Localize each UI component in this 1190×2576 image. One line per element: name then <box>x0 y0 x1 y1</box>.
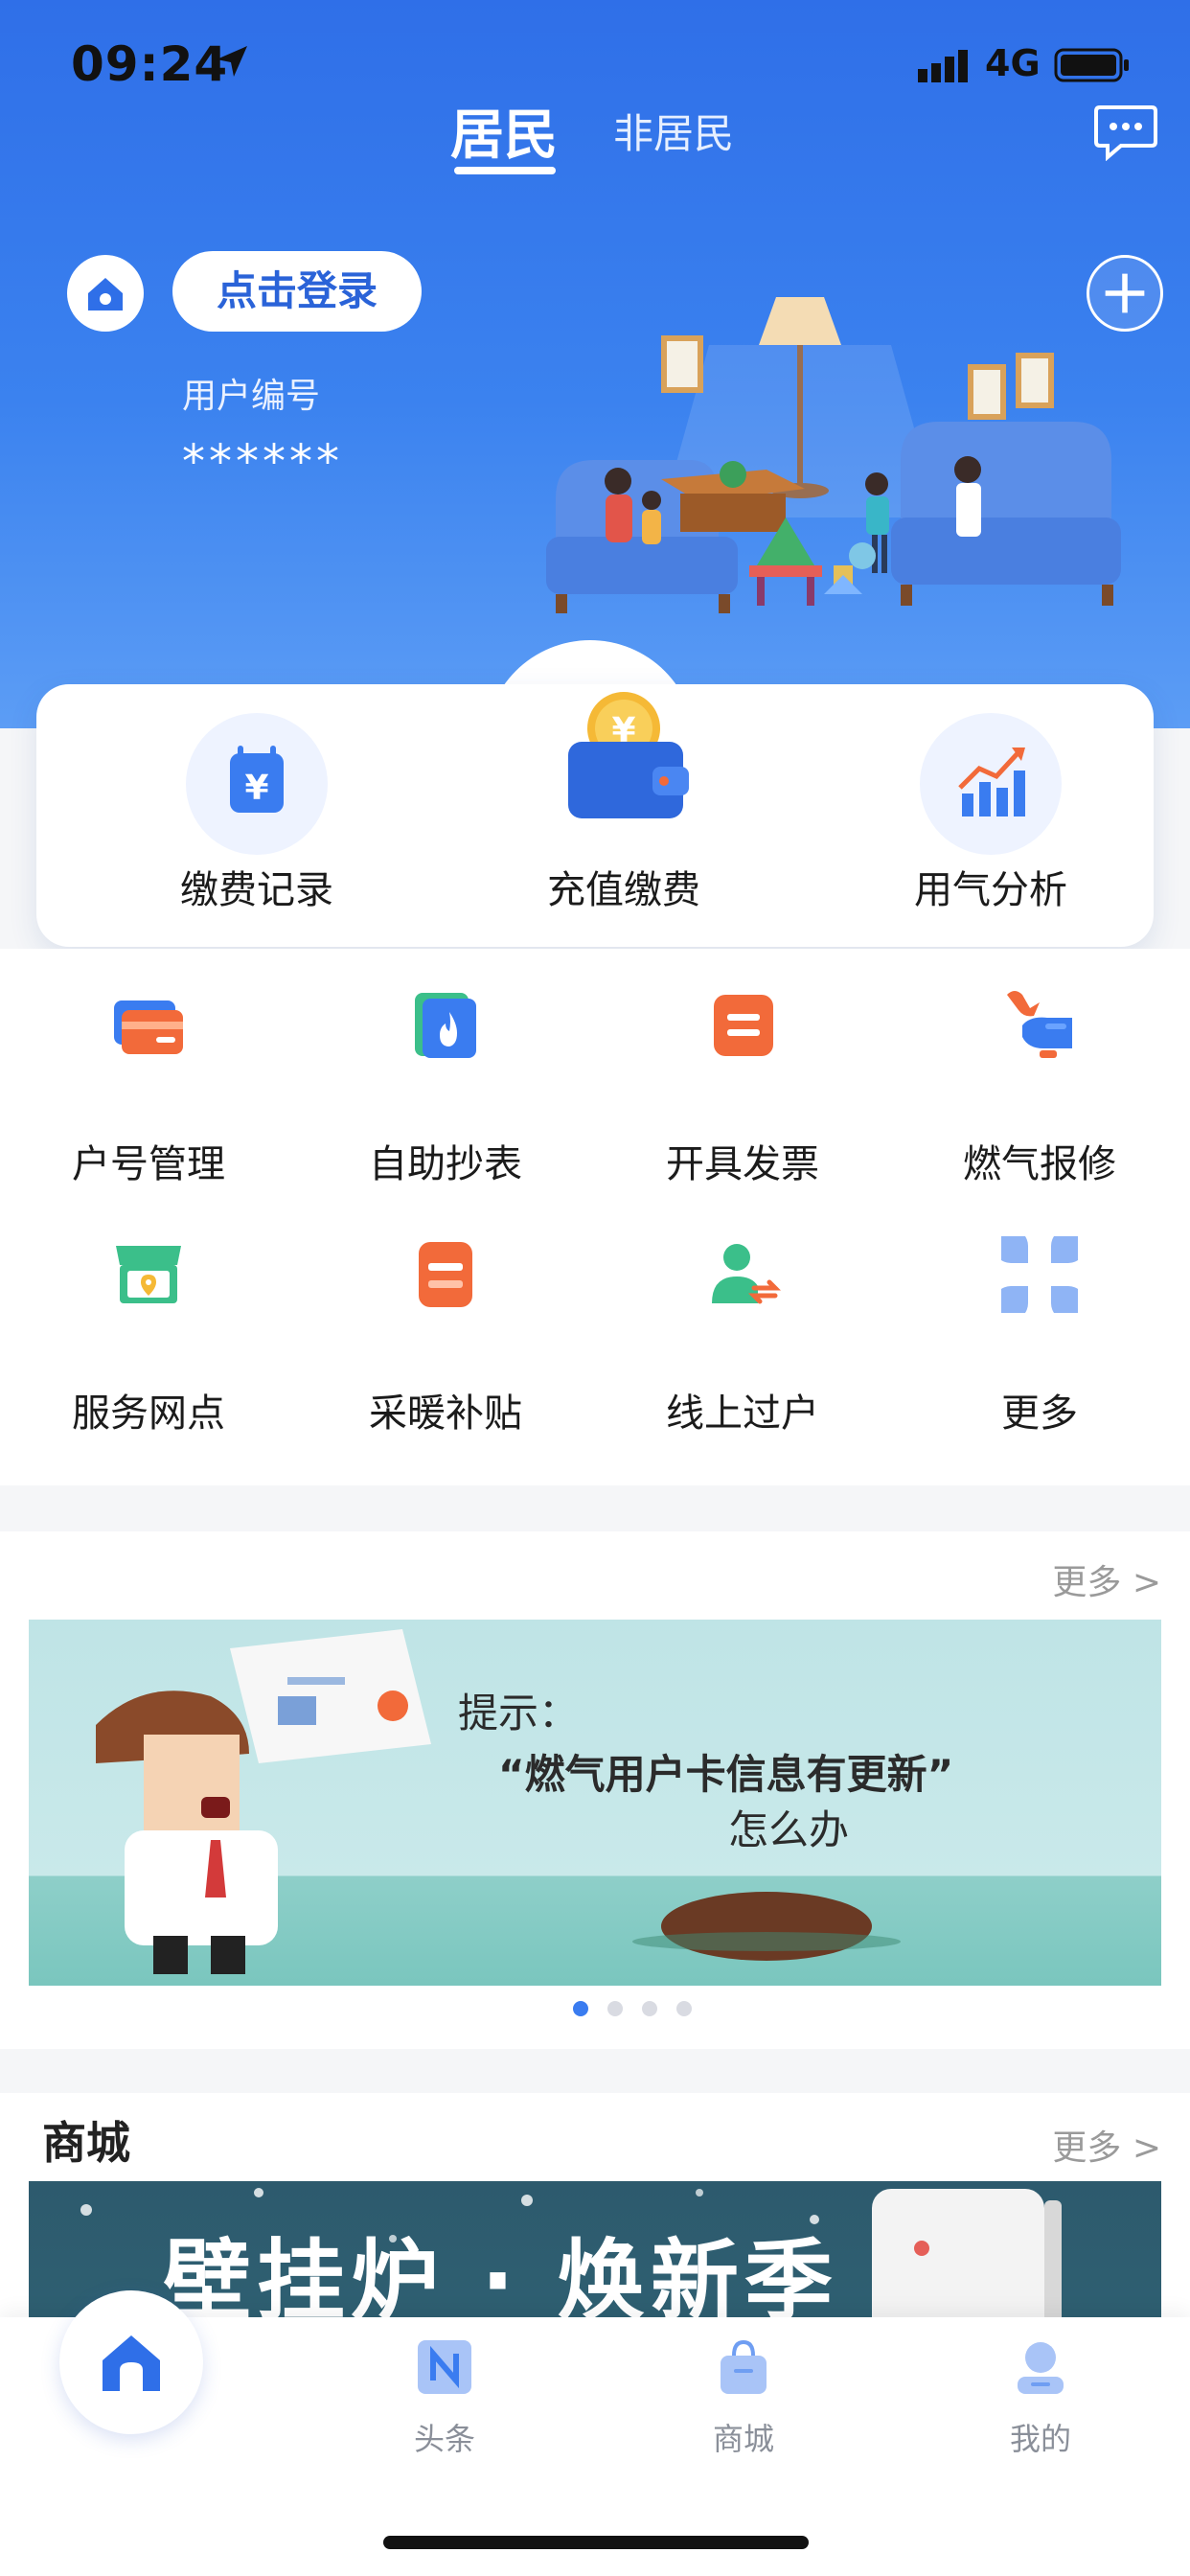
payment-record-icon-bg: ¥ <box>186 713 328 855</box>
invoice-icon <box>714 995 773 1056</box>
service-issue-invoice[interactable]: 开具发票 <box>594 968 891 1208</box>
banner-title: 提示： <box>458 1690 580 1736</box>
service-online-transfer[interactable]: 线上过户 <box>594 1217 891 1457</box>
resident-tabs: 居民 非居民 <box>0 92 1190 178</box>
quick-recharge[interactable]: ¥ 充值缴费 <box>480 684 767 947</box>
service-label: 服务网点 <box>72 1392 225 1436</box>
quick-gas-analysis-label: 用气分析 <box>914 868 1067 912</box>
quick-payment-record[interactable]: ¥ 缴费记录 <box>113 684 400 947</box>
tab-home-inner <box>81 2312 181 2412</box>
tab-home[interactable] <box>59 2290 203 2434</box>
wallet-icon: ¥ <box>568 692 689 818</box>
battery-icon <box>1054 48 1129 82</box>
carousel-dots <box>573 2001 707 2020</box>
announcement-section: 更多 > 提示： “燃气用户卡信息有更新” 怎么办 <box>0 1531 1190 2049</box>
profile-icon <box>1018 2342 1064 2394</box>
service-gas-repair[interactable]: 燃气报修 <box>891 968 1188 1208</box>
living-room-illustration <box>546 297 1121 613</box>
tab-news[interactable]: 头条 <box>349 2336 540 2480</box>
quick-gas-analysis[interactable]: 用气分析 <box>847 684 1134 947</box>
service-label: 线上过户 <box>666 1392 819 1436</box>
transfer-icon <box>712 1244 781 1304</box>
announcement-more-link[interactable]: 更多 > <box>1052 1554 1161 1604</box>
banner-question: 怎么办 <box>728 1806 850 1853</box>
signal-icon <box>918 50 968 82</box>
news-icon <box>418 2340 471 2394</box>
message-icon[interactable] <box>1092 104 1159 161</box>
chart-icon <box>958 748 1025 816</box>
carousel-dot-active[interactable] <box>573 2001 588 2016</box>
home-icon <box>103 2335 160 2391</box>
tab-profile[interactable]: 我的 <box>945 2336 1136 2480</box>
network-type: 4G <box>985 42 1041 84</box>
tab-non-resident[interactable]: 非居民 <box>613 102 734 160</box>
quick-payment-record-label: 缴费记录 <box>180 868 333 912</box>
user-number-value: ****** <box>182 435 343 489</box>
tab-news-label: 头条 <box>413 2421 475 2457</box>
tab-mall[interactable]: 商城 <box>648 2336 839 2480</box>
service-label: 自助抄表 <box>369 1142 522 1186</box>
service-account-management[interactable]: 户号管理 <box>0 968 297 1208</box>
card-icon <box>114 1000 183 1054</box>
mall-title: 商城 <box>42 2117 130 2169</box>
tab-profile-label: 我的 <box>1009 2421 1071 2457</box>
carousel-dot[interactable] <box>607 2001 623 2016</box>
store-icon <box>116 1246 181 1303</box>
shopping-bag-icon <box>721 2339 767 2394</box>
announcement-banner[interactable]: 提示： “燃气用户卡信息有更新” 怎么办 <box>29 1620 1161 1986</box>
service-service-outlets[interactable]: 服务网点 <box>0 1217 297 1457</box>
user-number-label: 用户编号 <box>182 377 321 416</box>
service-self-meter-reading[interactable]: 自助抄表 <box>297 968 594 1208</box>
mall-more-link[interactable]: 更多 > <box>1052 2120 1161 2170</box>
login-button[interactable]: 点击登录 <box>172 251 422 332</box>
tab-mall-label: 商城 <box>712 2421 774 2457</box>
banner-illustration <box>96 1629 901 1974</box>
service-label: 更多 <box>1001 1392 1078 1436</box>
flame-icon <box>415 993 476 1058</box>
service-heating-subsidy[interactable]: 采暖补贴 <box>297 1217 594 1457</box>
gas-analysis-icon-bg <box>920 713 1062 855</box>
carousel-dot[interactable] <box>642 2001 657 2016</box>
account-home-button[interactable] <box>67 255 144 332</box>
service-label: 燃气报修 <box>963 1142 1116 1186</box>
services-grid: 户号管理 自助抄表 开具发票 燃气报修 服务网点 采暖补贴 线上过户 更多 <box>0 949 1190 1485</box>
svg-text:¥: ¥ <box>244 769 268 808</box>
quick-recharge-label: 充值缴费 <box>547 868 700 912</box>
quick-actions-card: ¥ 缴费记录 ¥ 充值缴费 用气分析 <box>36 684 1154 947</box>
tab-resident[interactable]: 居民 <box>450 92 558 170</box>
home-indicator <box>383 2536 809 2549</box>
service-more[interactable]: 更多 <box>891 1217 1188 1457</box>
banner-subtitle: “燃气用户卡信息有更新” <box>498 1751 954 1798</box>
house-icon <box>88 278 123 310</box>
location-arrow-icon <box>217 46 247 77</box>
more-grid-icon <box>1001 1236 1078 1313</box>
carousel-dot[interactable] <box>676 2001 692 2016</box>
service-label: 开具发票 <box>666 1142 819 1186</box>
status-time: 09:24 <box>71 36 229 92</box>
repair-icon <box>1007 991 1072 1058</box>
subsidy-icon <box>419 1242 472 1307</box>
header-hero: 09:24 4G 居民 非居民 点击登录 用户编号 ****** <box>0 0 1190 728</box>
service-label: 户号管理 <box>72 1142 225 1186</box>
active-tab-indicator <box>454 167 556 174</box>
service-label: 采暖补贴 <box>369 1392 522 1436</box>
payment-record-icon: ¥ <box>230 746 284 813</box>
